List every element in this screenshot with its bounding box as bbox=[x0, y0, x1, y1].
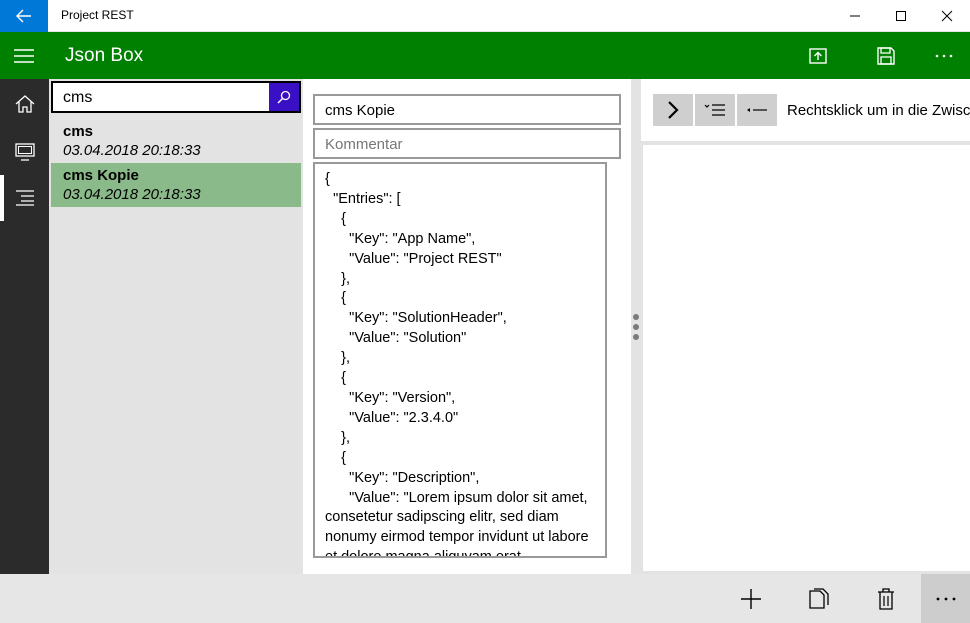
delete-icon bbox=[878, 587, 894, 610]
maximize-button[interactable] bbox=[878, 0, 924, 32]
back-arrow-icon bbox=[16, 9, 31, 23]
copy-icon bbox=[809, 587, 829, 609]
delete-button[interactable] bbox=[862, 574, 910, 623]
more-icon bbox=[936, 597, 955, 600]
list-pane: cms 03.04.2018 20:18:33 cms Kopie 03.04.… bbox=[49, 79, 303, 574]
json-editor[interactable]: { "Entries": [ { "Key": "App Name", "Val… bbox=[313, 162, 607, 558]
tree-view[interactable] bbox=[643, 145, 970, 571]
copy-button[interactable] bbox=[795, 574, 843, 623]
list-item[interactable]: cms 03.04.2018 20:18:33 bbox=[51, 119, 301, 163]
editor-pane: { "Entries": [ { "Key": "App Name", "Val… bbox=[303, 79, 631, 570]
save-button[interactable] bbox=[862, 32, 910, 79]
collapse-icon bbox=[747, 108, 767, 112]
command-more-button[interactable] bbox=[921, 574, 970, 623]
search-button[interactable] bbox=[269, 83, 299, 111]
json-text: { "Entries": [ { "Key": "App Name", "Val… bbox=[325, 171, 589, 558]
header-more-button[interactable] bbox=[920, 32, 968, 79]
save-icon bbox=[877, 46, 895, 65]
search-input[interactable] bbox=[63, 88, 263, 108]
name-field bbox=[313, 94, 621, 125]
upload-icon bbox=[809, 47, 827, 64]
expand-all-button[interactable] bbox=[695, 94, 735, 126]
list-item-name: cms Kopie bbox=[63, 167, 139, 184]
splitter-grip-dot bbox=[633, 314, 639, 320]
expand-button[interactable] bbox=[653, 94, 693, 126]
back-button[interactable] bbox=[0, 0, 48, 32]
nav-rail bbox=[0, 79, 49, 574]
list-item-date: 03.04.2018 20:18:33 bbox=[63, 142, 201, 159]
name-input[interactable] bbox=[325, 101, 605, 119]
minimize-icon bbox=[850, 15, 860, 17]
comment-field bbox=[313, 128, 621, 159]
splitter-grip-dot bbox=[633, 324, 639, 330]
search-icon bbox=[277, 90, 291, 104]
pane-splitter[interactable] bbox=[631, 79, 641, 574]
command-bar bbox=[0, 574, 970, 623]
expand-list-icon bbox=[704, 104, 725, 116]
maximize-icon bbox=[896, 11, 906, 21]
close-icon bbox=[941, 10, 953, 22]
home-icon bbox=[15, 95, 34, 113]
app-title: Json Box bbox=[65, 45, 144, 66]
tree-toolbar: Rechtsklick um in die Zwisch bbox=[641, 79, 970, 141]
upload-button[interactable] bbox=[794, 32, 842, 79]
splitter-grip-dot bbox=[633, 334, 639, 340]
nav-monitor-button[interactable] bbox=[0, 129, 49, 175]
monitor-icon bbox=[14, 143, 35, 161]
more-icon bbox=[935, 54, 953, 57]
search-box bbox=[51, 81, 301, 113]
nav-list-button[interactable] bbox=[0, 175, 49, 221]
list-icon bbox=[15, 190, 34, 206]
window-title: Project REST bbox=[61, 8, 134, 22]
add-icon bbox=[741, 588, 761, 609]
menu-button[interactable] bbox=[0, 32, 48, 79]
app-header: Json Box bbox=[0, 32, 970, 79]
comment-input[interactable] bbox=[325, 135, 605, 153]
hamburger-icon bbox=[14, 48, 34, 63]
title-bar: Project REST bbox=[0, 0, 970, 32]
list-item[interactable]: cms Kopie 03.04.2018 20:18:33 bbox=[51, 163, 301, 207]
tree-pane: Rechtsklick um in die Zwisch bbox=[641, 79, 970, 574]
minimize-button[interactable] bbox=[832, 0, 878, 32]
list-item-name: cms bbox=[63, 123, 94, 140]
tree-hint-text: Rechtsklick um in die Zwisch bbox=[787, 102, 970, 119]
close-button[interactable] bbox=[924, 0, 970, 32]
nav-home-button[interactable] bbox=[0, 81, 49, 127]
list-item-date: 03.04.2018 20:18:33 bbox=[63, 186, 201, 203]
add-button[interactable] bbox=[727, 574, 775, 623]
collapse-all-button[interactable] bbox=[737, 94, 777, 126]
chevron-right-icon bbox=[668, 101, 679, 119]
